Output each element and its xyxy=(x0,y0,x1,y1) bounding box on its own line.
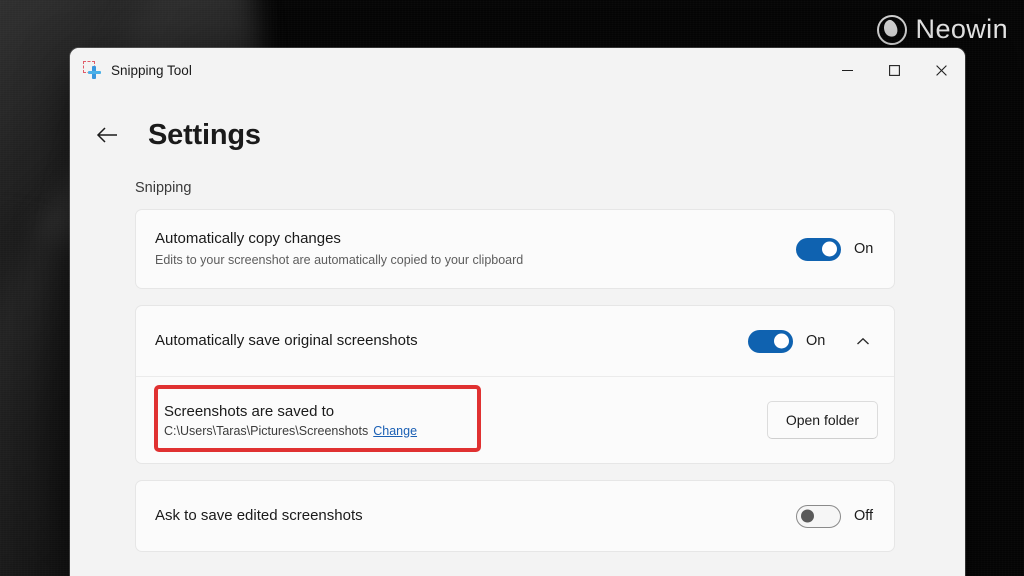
desktop-background: Neowin Snipping Tool Settings Snipping A… xyxy=(0,0,1024,576)
section-heading-snipping: Snipping xyxy=(135,180,192,196)
snipping-tool-window: Snipping Tool Settings Snipping Automati… xyxy=(70,48,965,576)
toggle-state-label: On xyxy=(806,333,826,349)
setting-card-auto-copy: Automatically copy changes Edits to your… xyxy=(135,209,895,289)
setting-row-auto-copy[interactable]: Automatically copy changes Edits to your… xyxy=(136,210,894,288)
toggle-knob xyxy=(774,333,789,349)
toggle-knob xyxy=(800,509,814,523)
toggle-knob xyxy=(822,241,837,257)
chevron-up-icon xyxy=(857,337,869,345)
settings-cards: Automatically copy changes Edits to your… xyxy=(135,209,895,552)
title-bar-left: Snipping Tool xyxy=(70,61,192,80)
neowin-watermark: Neowin xyxy=(876,14,1008,45)
setting-title: Automatically copy changes xyxy=(155,229,341,247)
crosshair-horizontal-icon xyxy=(87,70,101,75)
window-title: Snipping Tool xyxy=(111,63,192,78)
page-header: Settings xyxy=(70,93,965,152)
title-bar: Snipping Tool xyxy=(70,48,965,93)
collapse-button[interactable] xyxy=(848,326,878,356)
setting-subrow-save-location: Screenshots are saved to C:\Users\Taras\… xyxy=(136,377,894,463)
save-location-texts: Screenshots are saved to C:\Users\Taras\… xyxy=(155,403,767,438)
setting-texts: Automatically save original screenshots xyxy=(155,331,748,351)
minimize-icon xyxy=(842,69,853,72)
save-location-title: Screenshots are saved to xyxy=(164,402,335,420)
setting-texts: Automatically copy changes Edits to your… xyxy=(155,229,796,269)
maximize-button[interactable] xyxy=(871,48,918,93)
neowin-watermark-text: Neowin xyxy=(915,14,1008,44)
minimize-button[interactable] xyxy=(824,48,871,93)
back-arrow-icon xyxy=(96,127,117,143)
setting-subtitle: Edits to your screenshot are automatical… xyxy=(155,253,524,268)
save-path-value: C:\Users\Taras\Pictures\Screenshots xyxy=(164,423,369,438)
setting-title: Automatically save original screenshots xyxy=(155,331,418,349)
maximize-icon xyxy=(889,65,900,76)
neowin-logo-icon xyxy=(876,14,907,45)
back-button[interactable] xyxy=(88,118,126,152)
toggle-ask-to-save[interactable] xyxy=(796,504,841,528)
setting-control: On xyxy=(796,237,878,261)
toggle-auto-copy[interactable] xyxy=(796,237,841,261)
page-title: Settings xyxy=(148,118,261,151)
setting-control: Off xyxy=(796,504,878,528)
save-location-line: C:\Users\Taras\Pictures\Screenshots Chang… xyxy=(164,424,767,438)
setting-card-auto-save: Automatically save original screenshots … xyxy=(135,305,895,464)
toggle-state-label: Off xyxy=(854,508,874,524)
setting-row-ask-to-save[interactable]: Ask to save edited screenshots Off xyxy=(136,481,894,551)
setting-card-ask-to-save: Ask to save edited screenshots Off xyxy=(135,480,895,552)
settings-page: Settings Snipping Automatically copy cha… xyxy=(70,93,965,552)
change-path-link[interactable]: Change xyxy=(373,424,417,438)
window-controls xyxy=(824,48,965,93)
setting-control: On xyxy=(748,326,878,356)
close-icon xyxy=(936,65,947,76)
close-button[interactable] xyxy=(918,48,965,93)
setting-title: Ask to save edited screenshots xyxy=(155,506,363,524)
toggle-auto-save[interactable] xyxy=(748,329,793,353)
setting-row-auto-save[interactable]: Automatically save original screenshots … xyxy=(136,306,894,376)
snipping-tool-icon xyxy=(83,61,102,80)
toggle-state-label: On xyxy=(854,241,874,257)
open-folder-button[interactable]: Open folder xyxy=(766,401,878,439)
setting-texts: Ask to save edited screenshots xyxy=(155,506,796,526)
